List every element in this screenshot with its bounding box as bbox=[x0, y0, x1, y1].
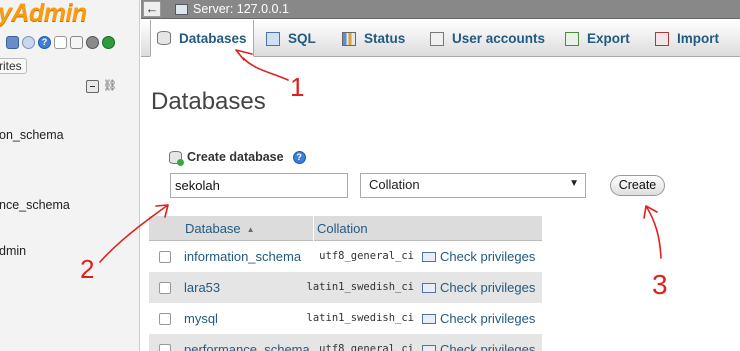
database-name-input[interactable] bbox=[170, 173, 348, 198]
tab-label: Export bbox=[587, 31, 630, 46]
collation-value: latin1_swedish_ci bbox=[306, 281, 414, 293]
table-header: Database ▲ Collation bbox=[149, 216, 542, 241]
tab-user-accounts[interactable]: User accounts bbox=[424, 20, 551, 57]
server-label[interactable]: Server: 127.0.0.1 bbox=[193, 2, 289, 16]
collation-value: utf8_general_ci bbox=[319, 343, 414, 351]
tab-status[interactable]: Status bbox=[336, 20, 411, 57]
privileges-icon bbox=[422, 344, 436, 351]
nav-icon-bar: ? bbox=[6, 36, 115, 49]
database-icon bbox=[157, 31, 171, 45]
column-header-database[interactable]: Database ▲ bbox=[185, 221, 255, 236]
chevron-down-icon: ▼ bbox=[569, 178, 579, 189]
annotation-arrow-3 bbox=[643, 205, 662, 259]
docs-icon[interactable] bbox=[70, 36, 83, 49]
favorites-tab[interactable]: rites bbox=[0, 58, 27, 74]
help-icon[interactable]: ? bbox=[38, 36, 51, 49]
check-privileges-label: Check privileges bbox=[440, 249, 536, 264]
create-database-text: Create database bbox=[187, 150, 284, 164]
nav-db-item[interactable]: on_schema bbox=[0, 128, 64, 142]
tab-bar: Databases SQL Status User accounts Expor… bbox=[141, 20, 740, 57]
table-row: mysql latin1_swedish_ci Check privileges bbox=[149, 303, 542, 334]
users-icon bbox=[430, 31, 444, 46]
privileges-icon bbox=[422, 251, 436, 262]
page-title: Databases bbox=[151, 88, 266, 115]
status-icon bbox=[342, 31, 356, 46]
new-database-icon bbox=[169, 150, 184, 166]
annotation-number-3: 3 bbox=[652, 269, 668, 300]
check-privileges-link[interactable]: Check privileges bbox=[422, 249, 535, 264]
nav-db-item[interactable]: nce_schema bbox=[0, 198, 70, 212]
gear-icon[interactable] bbox=[86, 36, 99, 49]
check-privileges-label: Check privileges bbox=[440, 311, 536, 326]
check-privileges-link[interactable]: Check privileges bbox=[422, 280, 535, 295]
check-privileges-label: Check privileges bbox=[440, 280, 536, 295]
sort-asc-icon: ▲ bbox=[246, 225, 255, 235]
column-header-collation[interactable]: Collation bbox=[317, 221, 368, 236]
check-privileges-label: Check privileges bbox=[440, 342, 536, 351]
create-button[interactable]: Create bbox=[610, 175, 665, 196]
reload-icon[interactable] bbox=[102, 36, 115, 49]
collation-value: utf8_general_ci bbox=[319, 250, 414, 262]
tab-export[interactable]: Export bbox=[559, 20, 636, 57]
link-icon[interactable]: ⛓ bbox=[103, 81, 117, 92]
privileges-icon bbox=[422, 282, 436, 293]
column-divider bbox=[313, 216, 314, 241]
table-row: performance_schema utf8_general_ci Check… bbox=[149, 334, 542, 351]
nav-db-item[interactable]: dmin bbox=[0, 244, 26, 258]
tab-label: Status bbox=[364, 31, 406, 46]
check-privileges-link[interactable]: Check privileges bbox=[422, 342, 535, 351]
export-icon bbox=[565, 31, 579, 46]
sql-icon bbox=[266, 31, 280, 46]
header-label: Database bbox=[185, 221, 241, 236]
tab-import[interactable]: Import bbox=[649, 20, 725, 57]
table-row: information_schema utf8_general_ci Check… bbox=[149, 241, 542, 272]
logout-icon[interactable] bbox=[22, 36, 35, 49]
create-database-label: Create database ? bbox=[169, 150, 306, 166]
privileges-icon bbox=[422, 313, 436, 324]
tab-sql[interactable]: SQL bbox=[260, 20, 322, 57]
collation-value: latin1_swedish_ci bbox=[306, 312, 414, 324]
tab-label: User accounts bbox=[452, 31, 546, 46]
navigation-panel: yAdmin ? rites ⛓ on_schema nce_schema dm… bbox=[0, 0, 140, 351]
tab-label: SQL bbox=[288, 31, 316, 46]
server-icon bbox=[175, 4, 188, 15]
collation-select[interactable]: Collation ▼ bbox=[360, 173, 586, 198]
collation-selected-value: Collation bbox=[369, 177, 420, 192]
table-row: lara53 latin1_swedish_ci Check privilege… bbox=[149, 272, 542, 303]
phpmyadmin-logo[interactable]: yAdmin bbox=[0, 0, 87, 28]
annotation-number-1: 1 bbox=[290, 72, 304, 102]
collapse-all-icon[interactable] bbox=[86, 80, 99, 93]
import-icon bbox=[655, 31, 669, 46]
tab-label: Import bbox=[677, 31, 719, 46]
tab-label: Databases bbox=[179, 30, 247, 46]
collapse-nav-button[interactable]: ← bbox=[143, 1, 161, 17]
server-breadcrumb-bar: ← Server: 127.0.0.1 bbox=[141, 0, 740, 19]
check-privileges-link[interactable]: Check privileges bbox=[422, 311, 535, 326]
documentation-icon[interactable] bbox=[54, 36, 67, 49]
tab-databases[interactable]: Databases bbox=[150, 20, 254, 57]
home-icon[interactable] bbox=[6, 36, 19, 49]
help-icon[interactable]: ? bbox=[292, 150, 306, 164]
